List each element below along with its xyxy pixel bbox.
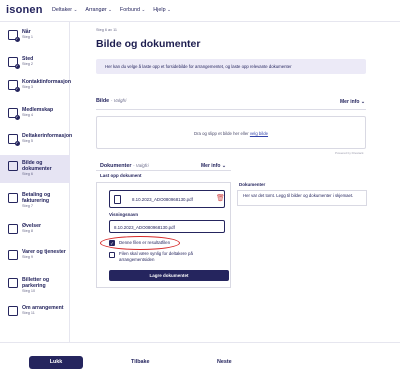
pdf-file-icon (114, 195, 121, 204)
chevron-down-icon: ⌄ (167, 7, 171, 12)
step-sub: Steg 5 (22, 139, 33, 143)
chevron-down-icon: ⌄ (360, 99, 366, 105)
close-button[interactable]: Lukk (29, 356, 83, 369)
membership-icon: ✓ (8, 108, 20, 120)
visningsnavn-input[interactable]: 8.10.2023_ADO080968130.pdf (109, 220, 225, 233)
info-banner: Her kan du velge å laste opp et forsideb… (96, 59, 366, 74)
step-sub: Steg 10 (22, 289, 36, 293)
page-title: Bilde og dokumenter (96, 38, 201, 50)
sidebar-step-kontaktinformasjon[interactable]: ✓ Kontaktinformasjon Steg 3 (0, 74, 71, 96)
ticket-icon (8, 278, 18, 288)
logo[interactable]: isonen (6, 4, 43, 16)
check-icon: ✓ (14, 36, 20, 42)
step-sub: Steg 3 (22, 85, 33, 89)
chevron-down-icon: ⌄ (108, 7, 112, 12)
optional-label: - Valgfri (132, 163, 149, 168)
step-sub: Steg 1 (22, 35, 33, 39)
calendar-icon: ✓ (8, 30, 20, 42)
step-sub: Steg 2 (22, 62, 33, 66)
sidebar-step-ovelser[interactable]: Øvelser Steg 8 (0, 218, 70, 240)
trash-icon[interactable]: 🗑 (216, 194, 225, 202)
dokumenter-section-label: Dokumenter - Valgfri (100, 163, 149, 169)
nav-item-forbund[interactable]: Forbund ⌄ (120, 7, 145, 13)
cart-icon (8, 250, 18, 260)
bilde-mer-info-button[interactable]: Mer info ⌄ (340, 99, 365, 105)
upload-document-heading: Last opp dokument (100, 173, 142, 178)
documents-list-title: Dokumenter (239, 182, 266, 187)
sidebar-step-varer[interactable]: Varer og tjenester Steg 9 (0, 244, 70, 266)
footer-bar: Lukk Tilbake Neste (0, 342, 400, 373)
mer-info-label: Mer info (201, 163, 221, 169)
nav-item-label: Arrangør (85, 7, 107, 13)
chevron-down-icon: ⌄ (221, 163, 227, 169)
visible-to-participants-label: Filen skal være synlig for deltakere på … (119, 251, 193, 262)
visible-to-participants-checkbox[interactable] (109, 252, 115, 258)
nav-item-label: Forbund (119, 7, 140, 13)
nav-item-label: Deltaker (52, 7, 73, 13)
next-button[interactable]: Neste (217, 359, 232, 365)
payment-icon (8, 193, 18, 203)
step-counter: Steg 6 av 11 (96, 28, 118, 32)
step-sub: Steg 8 (22, 229, 33, 233)
dropzone-text: Dra og slipp et bilde her eller (193, 131, 250, 136)
bilde-section-label: Bilde - Valgfri (96, 98, 126, 104)
check-icon: ✓ (14, 63, 20, 69)
powered-by: Powered by Filestack (335, 151, 364, 155)
sidebar-step-medlemskap[interactable]: ✓ Medlemskap Steg 4 (0, 102, 70, 124)
chevron-down-icon: ⌄ (141, 7, 146, 12)
nav-item-arrangor[interactable]: Arrangør ⌄ (85, 7, 112, 13)
step-sub: Steg 11 (22, 311, 35, 315)
sidebar-step-nar[interactable]: ✓ Når Steg 1 (0, 24, 70, 46)
documents-empty-message: Her var det tomt. Legg til bilder og dok… (237, 190, 367, 206)
chevron-down-icon: ⌄ (73, 7, 78, 12)
top-navigation: isonen Deltaker ⌄ Arrangør ⌄ Forbund ⌄ Hjel… (0, 0, 400, 22)
file-name: 8.10.2023_ADO080968130.pdf (132, 197, 193, 202)
mer-info-label: Mer info (340, 99, 360, 105)
highlight-circle (100, 236, 180, 250)
step-title: Bilde og dokumenter (22, 160, 52, 172)
contact-card-icon: ✓ (8, 80, 20, 92)
check-icon: ✓ (14, 86, 20, 92)
sidebar-step-deltakerinformasjon[interactable]: ✓ Deltakerinformasjon Steg 5 (0, 128, 72, 150)
nav-item-hjelp[interactable]: Hjelp ⌄ (153, 7, 171, 13)
optional-label: - Valgfri (110, 98, 127, 103)
step-sub: Steg 6 (22, 172, 33, 176)
nav-item-label: Hjelp (153, 7, 166, 13)
nav-menu: Deltaker ⌄ Arrangør ⌄ Forbund ⌄ Hjelp ⌄ (52, 7, 171, 13)
uploaded-file: 8.10.2023_ADO080968130.pdf 🗑 (109, 190, 225, 208)
sidebar-step-bilde-og-dokumenter[interactable]: Bilde og dokumenter Steg 6 (0, 155, 70, 183)
divider (96, 170, 231, 171)
step-title: Betaling og fakturering (22, 192, 51, 204)
participant-icon: ✓ (8, 134, 20, 146)
steps-sidebar: ✓ Når Steg 1 ✓ Sted Steg 2 ✓ Kontaktinform… (0, 22, 72, 342)
step-sub: Steg 7 (22, 204, 33, 208)
nav-item-deltaker[interactable]: Deltaker ⌄ (52, 7, 77, 13)
dokumenter-label: Dokumenter (100, 163, 132, 169)
select-image-link[interactable]: velg bilde (250, 131, 268, 136)
image-icon (8, 161, 18, 171)
dokumenter-mer-info-button[interactable]: Mer info ⌄ (201, 163, 226, 169)
sidebar-step-sted[interactable]: ✓ Sted Steg 2 (0, 51, 70, 73)
step-sub: Steg 9 (22, 255, 33, 259)
visningsnavn-label: Visningsnavn (109, 212, 139, 217)
info-icon (8, 306, 18, 316)
check-icon: ✓ (14, 140, 20, 146)
exercise-icon (8, 224, 18, 234)
check-icon: ✓ (14, 114, 20, 120)
back-button[interactable]: Tilbake (131, 359, 149, 365)
sidebar-step-betaling[interactable]: Betaling og fakturering Steg 7 (0, 187, 70, 209)
save-document-button[interactable]: Lagre dokumentet (109, 270, 229, 281)
sidebar-step-billetter[interactable]: Billetter og parkering Steg 10 (0, 272, 70, 294)
step-sub: Steg 4 (22, 113, 33, 117)
bilde-label: Bilde (96, 98, 110, 104)
step-title: Billetter og parkering (22, 277, 50, 289)
location-icon: ✓ (8, 57, 20, 69)
sidebar-step-om-arrangement[interactable]: Om arrangement Steg 11 (0, 300, 70, 322)
image-dropzone[interactable]: Dra og slipp et bilde her eller velg bil… (96, 116, 366, 149)
divider (96, 109, 366, 110)
